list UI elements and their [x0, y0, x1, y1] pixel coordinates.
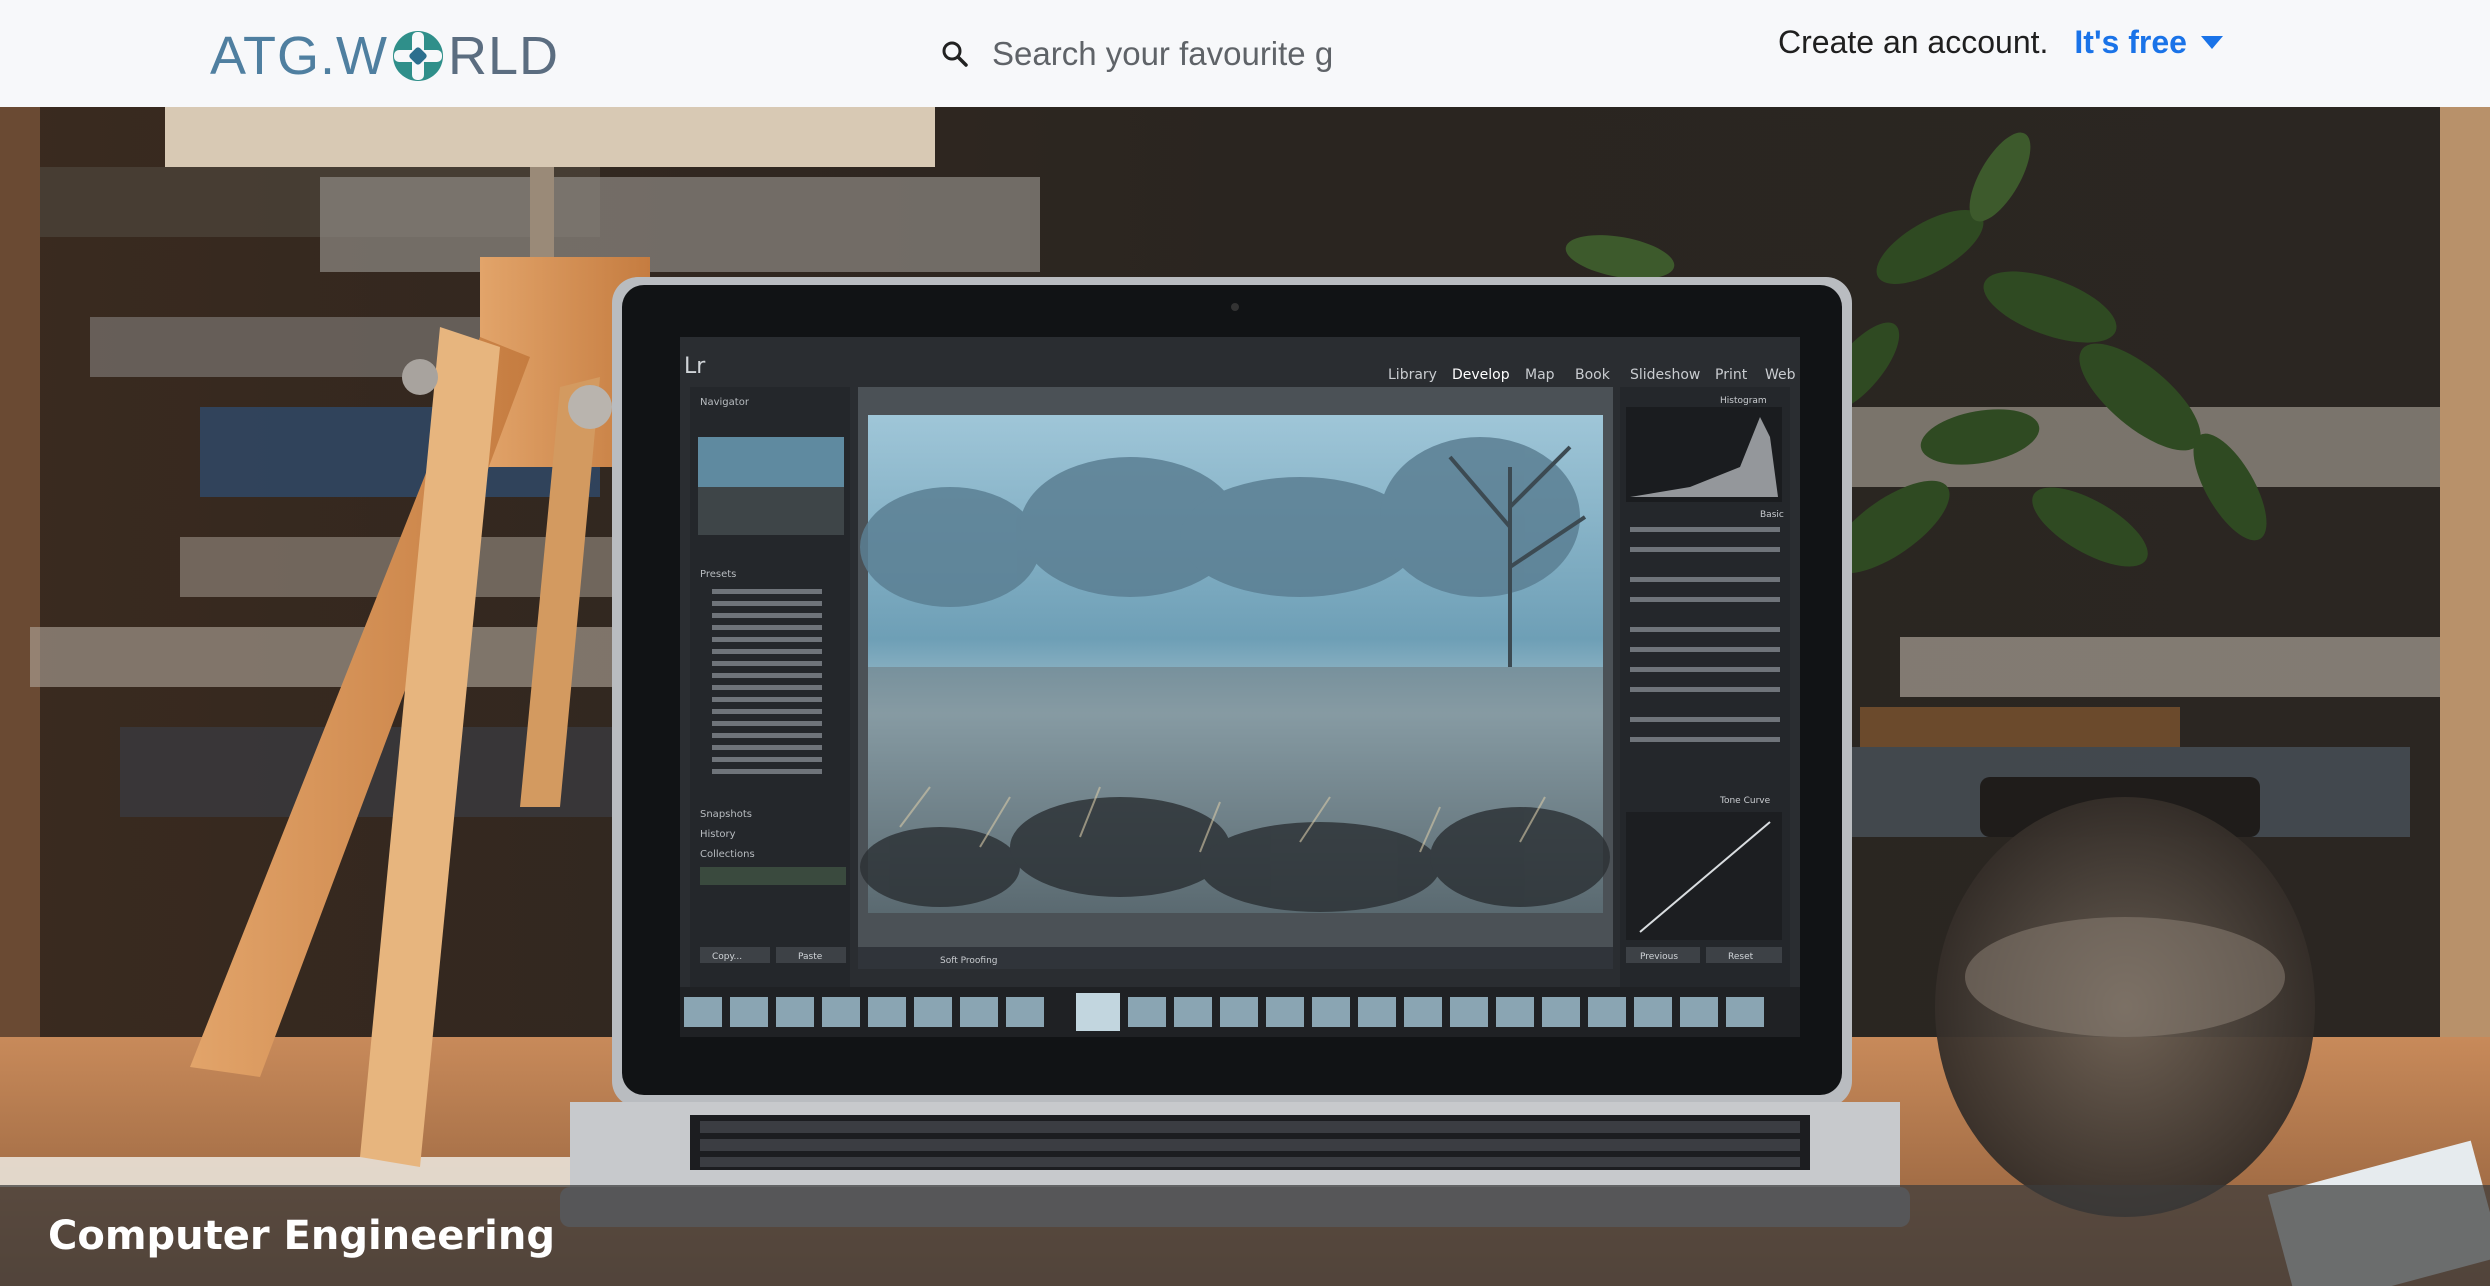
lr-module-book: Book [1575, 367, 1611, 383]
create-account-text: Create an account. [1778, 23, 2049, 60]
hero-banner[interactable]: Lr Library Develop Map Book Slideshow Pr… [0, 107, 2490, 1286]
top-header: ATG.W RLD Create an account. It's free [0, 0, 2490, 108]
caret-down-icon [2200, 36, 2223, 49]
logo-mark-icon [392, 31, 443, 81]
lr-copy-button: Copy... [712, 952, 742, 962]
lr-module-slideshow: Slideshow [1630, 367, 1700, 383]
its-free-label: It's free [2074, 23, 2187, 60]
its-free-button[interactable]: It's free [2074, 24, 2225, 61]
lr-panel-histogram: Histogram [1720, 396, 1767, 406]
search-bar [940, 28, 1360, 80]
lr-panel-navigator: Navigator [700, 397, 750, 408]
lr-panel-snapshots: Snapshots [700, 809, 752, 820]
lr-module-map: Map [1525, 367, 1555, 383]
lr-module-web: Web [1765, 367, 1796, 383]
lr-module-develop: Develop [1452, 367, 1510, 383]
logo-text-part2: RLD [447, 26, 559, 86]
logo-text-part1: ATG.W [210, 26, 388, 86]
lr-panel-tone-curve: Tone Curve [1719, 796, 1771, 806]
lightroom-logo: Lr [684, 354, 706, 379]
lr-panel-basic: Basic [1760, 510, 1784, 520]
lr-paste-button: Paste [798, 952, 823, 962]
lr-previous-button: Previous [1640, 952, 1678, 962]
site-logo[interactable]: ATG.W RLD [210, 26, 559, 86]
lr-panel-history: History [700, 829, 736, 840]
search-icon[interactable] [940, 39, 970, 69]
lr-module-print: Print [1715, 367, 1748, 383]
hero-image: Lr Library Develop Map Book Slideshow Pr… [0, 107, 2490, 1286]
hero-caption-bar: Computer Engineering [0, 1185, 2490, 1286]
lr-panel-presets: Presets [700, 569, 736, 580]
account-prompt: Create an account. It's free [1778, 20, 2225, 64]
lr-soft-proofing-label: Soft Proofing [940, 956, 998, 966]
lr-panel-collections: Collections [700, 849, 755, 860]
group-title[interactable]: Computer Engineering [48, 1213, 555, 1259]
lr-reset-button: Reset [1728, 952, 1754, 962]
lr-module-library: Library [1388, 367, 1437, 383]
search-input[interactable] [992, 35, 1332, 73]
